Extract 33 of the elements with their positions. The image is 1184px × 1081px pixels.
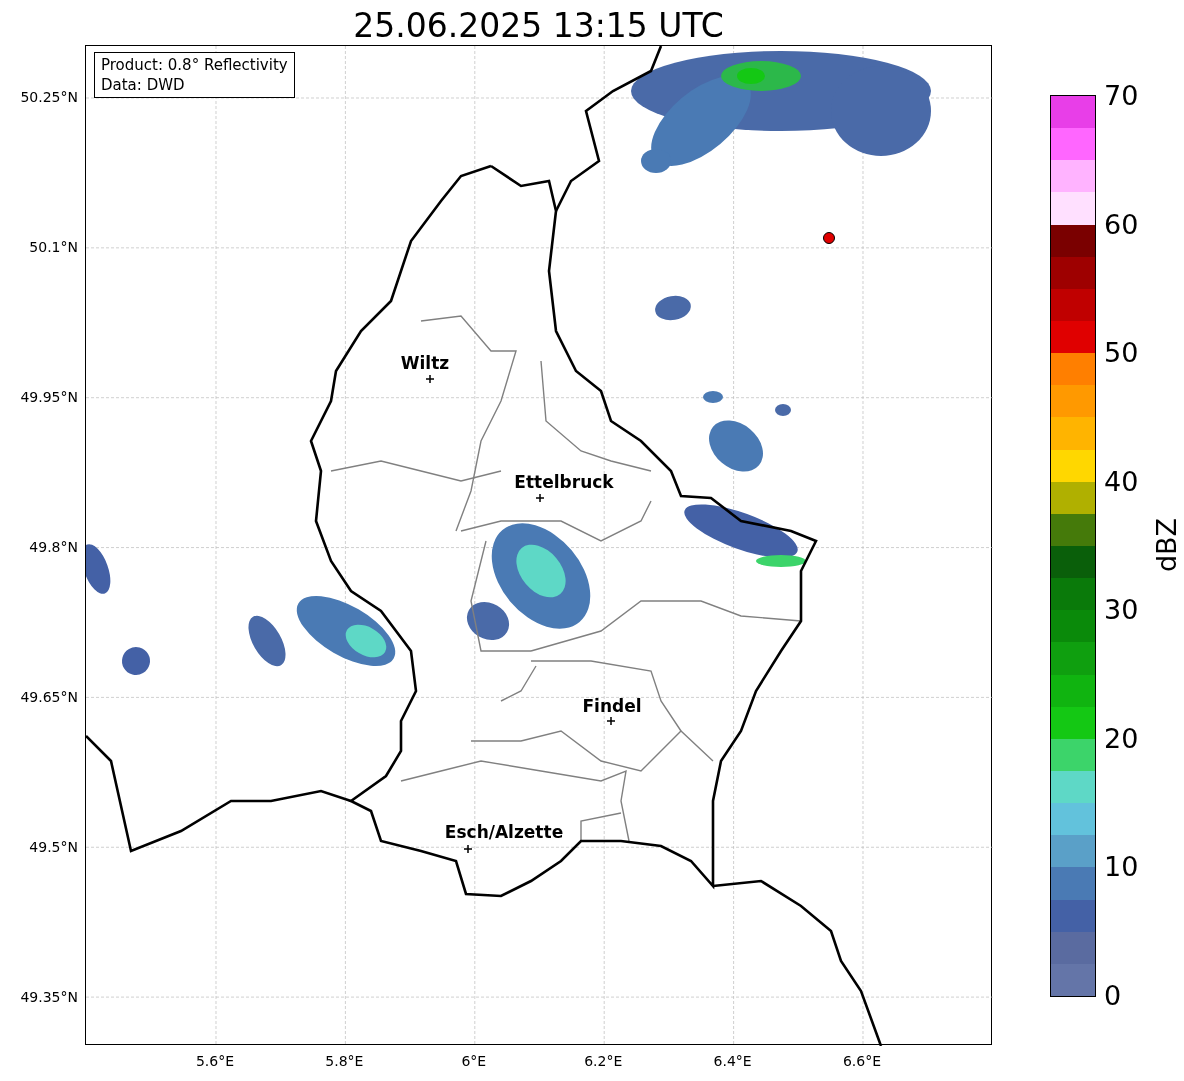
location-marker-icon bbox=[607, 717, 615, 725]
colorbar-tick-label: 20 bbox=[1104, 723, 1139, 754]
y-tick-label: 49.65°N bbox=[20, 688, 78, 706]
colorbar-label: dBZ bbox=[1152, 517, 1183, 573]
colorbar-tick-label: 50 bbox=[1104, 338, 1139, 369]
y-tick-label: 49.35°N bbox=[20, 988, 78, 1006]
city-label: Ettelbruck bbox=[514, 472, 614, 492]
location-marker-icon bbox=[464, 845, 472, 853]
x-tick-label: 5.6°E bbox=[195, 1052, 235, 1070]
y-tick-label: 50.25°N bbox=[20, 88, 78, 106]
location-marker-icon bbox=[536, 494, 544, 502]
y-tick-label: 50.1°N bbox=[29, 238, 78, 256]
y-tick-label: 49.8°N bbox=[29, 538, 78, 556]
chart-title: 25.06.2025 13:15 UTC bbox=[352, 5, 725, 47]
city-label: Findel bbox=[582, 696, 642, 716]
city-label: Wiltz bbox=[400, 353, 450, 373]
colorbar-tick-label: 60 bbox=[1104, 209, 1139, 240]
colorbar-tick-label: 10 bbox=[1104, 852, 1139, 883]
colorbar-tick-label: 70 bbox=[1104, 81, 1139, 111]
location-marker-icon bbox=[426, 375, 434, 383]
city-label: Esch/Alzette bbox=[444, 822, 564, 842]
info-text: Product: 0.8° Reflectivity bbox=[101, 55, 288, 75]
colorbar-tick-label: 30 bbox=[1104, 595, 1139, 626]
x-tick-label: 6°E bbox=[461, 1052, 487, 1070]
info-text: Data: DWD bbox=[101, 75, 186, 95]
colorbar-tick-label: 40 bbox=[1104, 466, 1139, 497]
x-tick-label: 5.8°E bbox=[325, 1052, 364, 1070]
x-tick-label: 6.2°E bbox=[584, 1052, 623, 1070]
colorbar-tick-label: 0 bbox=[1104, 981, 1122, 1011]
x-tick-label: 6.6°E bbox=[842, 1052, 882, 1070]
x-tick-label: 6.4°E bbox=[713, 1052, 752, 1070]
y-tick-label: 49.5°N bbox=[29, 838, 78, 856]
y-tick-label: 49.95°N bbox=[20, 388, 78, 406]
